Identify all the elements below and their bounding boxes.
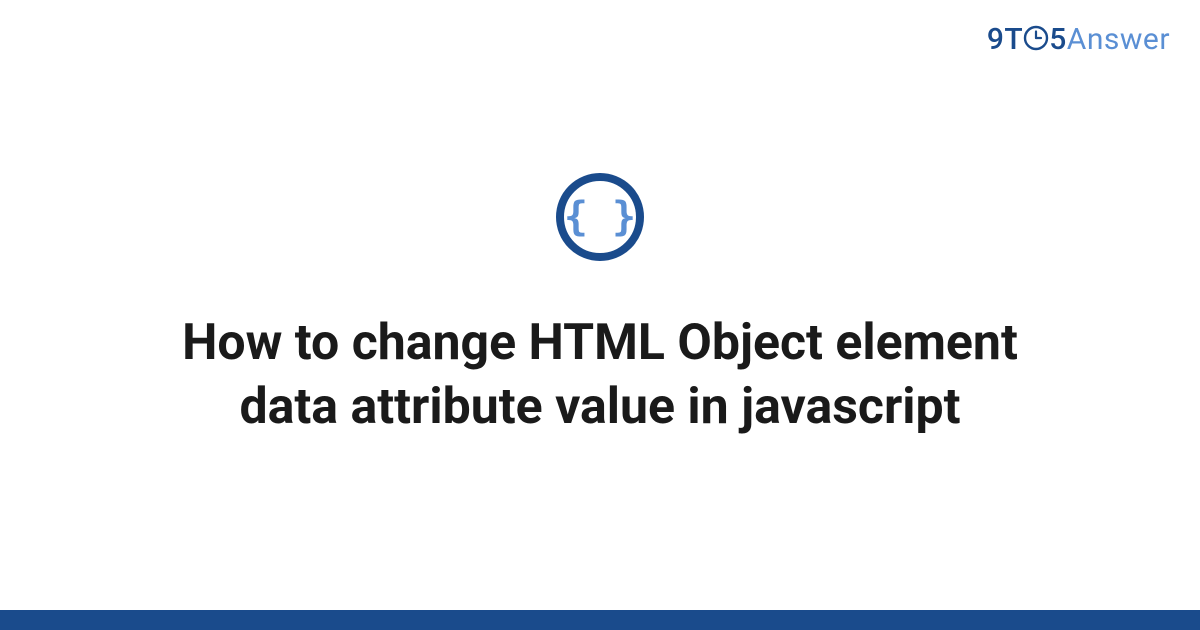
footer-bar [0, 610, 1200, 630]
code-braces-icon: { } [554, 171, 646, 263]
svg-text:{ }: { } [564, 194, 636, 240]
page-title: How to change HTML Object element data a… [125, 311, 1075, 439]
main-content: { } How to change HTML Object element da… [0, 0, 1200, 610]
